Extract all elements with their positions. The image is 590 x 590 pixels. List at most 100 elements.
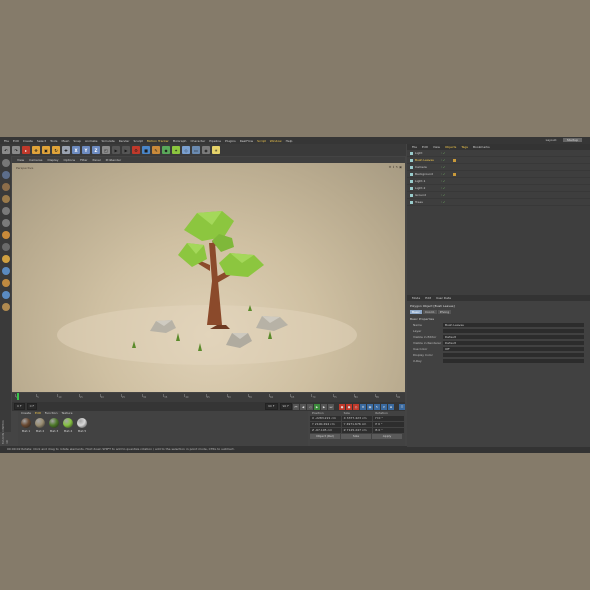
menu-snap[interactable]: Snap bbox=[73, 139, 81, 143]
object-row[interactable]: Trees ⁚ ✓ bbox=[407, 199, 590, 206]
next-key-icon[interactable]: ▶ bbox=[321, 403, 327, 410]
viewport-menu-prorender[interactable]: ProRender bbox=[106, 158, 121, 162]
recent-tools-icon[interactable]: ✚ bbox=[62, 146, 70, 154]
live-selection-icon[interactable]: ▸ bbox=[22, 146, 30, 154]
undo-icon[interactable]: ↶ bbox=[2, 146, 10, 154]
go-to-end-icon[interactable]: ⏭ bbox=[328, 403, 334, 410]
material-menu-function[interactable]: Function bbox=[45, 411, 58, 415]
snap-icon[interactable] bbox=[1, 267, 10, 275]
visibility-check-icon[interactable]: ⁚ ✓ bbox=[441, 179, 451, 183]
menu-sculpt[interactable]: Sculpt bbox=[133, 139, 142, 143]
attribute-value[interactable] bbox=[443, 353, 584, 357]
render-settings-icon[interactable]: ⚙ bbox=[132, 146, 140, 154]
attribute-value[interactable]: Off bbox=[443, 347, 584, 351]
position-z-field[interactable]: Z -67.105 cm bbox=[310, 428, 341, 433]
visibility-check-icon[interactable]: ⁚ ✓ bbox=[441, 158, 451, 162]
redo-icon[interactable]: ↷ bbox=[12, 146, 20, 154]
render-view-icon[interactable]: ▶ bbox=[112, 146, 120, 154]
viewport-menu-panel[interactable]: Panel bbox=[93, 158, 101, 162]
om-menu-bookmarks[interactable]: Bookmarks bbox=[473, 145, 490, 149]
material-menu-texture[interactable]: Texture bbox=[61, 411, 72, 415]
scale-icon[interactable]: ▣ bbox=[42, 146, 50, 154]
texture-mode-icon[interactable] bbox=[1, 183, 10, 191]
om-menu-edit[interactable]: Edit bbox=[422, 145, 428, 149]
am-menu-user-data[interactable]: User Data bbox=[436, 296, 451, 300]
layout-dropdown[interactable]: Startup bbox=[562, 138, 582, 142]
autokey-icon[interactable]: ● bbox=[346, 403, 352, 410]
object-row[interactable]: Light ⁚ ✓ bbox=[407, 150, 590, 157]
material-swatch[interactable]: Mat.1 bbox=[20, 418, 32, 433]
visibility-check-icon[interactable]: ⁚ ✓ bbox=[441, 151, 451, 155]
material-tag-icon[interactable] bbox=[453, 172, 456, 176]
polygons-mode-icon[interactable] bbox=[1, 231, 10, 239]
play-backward-icon[interactable]: ◁ bbox=[307, 403, 313, 410]
parameter-key-icon[interactable]: P bbox=[381, 403, 387, 410]
z-axis-icon[interactable]: Z bbox=[92, 146, 100, 154]
am-menu-edit[interactable]: Edit bbox=[425, 296, 431, 300]
object-row[interactable]: Ground ⁚ ✓ bbox=[407, 192, 590, 199]
menu-motion-tracker[interactable]: Motion Tracker bbox=[147, 139, 169, 143]
planar-icon[interactable] bbox=[1, 291, 10, 299]
workplane-icon[interactable] bbox=[1, 195, 10, 203]
deformer-icon[interactable]: ◇ bbox=[182, 146, 190, 154]
object-row[interactable]: Camera ⁚ ✓ bbox=[407, 164, 590, 171]
material-swatch[interactable]: Mat.3 bbox=[48, 418, 60, 433]
object-row[interactable]: Bush Leaves ⁚ ✓ bbox=[407, 157, 590, 164]
make-editable-icon[interactable] bbox=[1, 159, 10, 167]
y-axis-icon[interactable]: Y bbox=[82, 146, 90, 154]
pen-icon[interactable]: ✎ bbox=[152, 146, 160, 154]
tweak-mode-icon[interactable] bbox=[1, 255, 10, 263]
light-icon[interactable]: ☀ bbox=[212, 146, 220, 154]
menu-animate[interactable]: Animate bbox=[85, 139, 98, 143]
am-menu-mode[interactable]: Mode bbox=[412, 296, 420, 300]
material-menu-edit[interactable]: Edit bbox=[35, 411, 41, 415]
rotation-key-icon[interactable]: ↻ bbox=[374, 403, 380, 410]
current-frame-field[interactable]: 0 F bbox=[26, 403, 38, 410]
object-row[interactable]: Background ⁚ ✓ bbox=[407, 171, 590, 178]
render-picture-viewer-icon[interactable]: ▶ bbox=[122, 146, 130, 154]
viewport-menu-options[interactable]: Options bbox=[64, 158, 76, 162]
size-mode-dropdown[interactable]: Size bbox=[341, 434, 371, 439]
om-menu-objects[interactable]: Objects bbox=[445, 145, 456, 149]
rotation-p-field[interactable]: P 0 ° bbox=[373, 422, 405, 427]
menu-select[interactable]: Select bbox=[37, 139, 46, 143]
menu-mesh[interactable]: Mesh bbox=[61, 139, 69, 143]
menu-character[interactable]: Character bbox=[190, 139, 205, 143]
attribute-value[interactable]: Default bbox=[443, 341, 584, 345]
keyframe-selection-icon[interactable]: ◎ bbox=[353, 403, 359, 410]
x-axis-icon[interactable]: X bbox=[72, 146, 80, 154]
rotate-icon[interactable]: ↻ bbox=[52, 146, 60, 154]
previous-key-icon[interactable]: ◀ bbox=[300, 403, 306, 410]
viewport-menu-view[interactable]: View bbox=[17, 158, 24, 162]
visibility-check-icon[interactable]: ⁚ ✓ bbox=[441, 172, 451, 176]
position-x-field[interactable]: X -2283.221 cm bbox=[310, 416, 341, 421]
model-mode-icon[interactable] bbox=[1, 171, 10, 179]
object-row[interactable]: Light.2 ⁚ ✓ bbox=[407, 185, 590, 192]
menu-render[interactable]: Render bbox=[119, 139, 130, 143]
attribute-value[interactable]: Bush Leaves bbox=[443, 323, 584, 327]
rotation-b-field[interactable]: B 0 ° bbox=[373, 428, 405, 433]
go-to-start-icon[interactable]: ⏮ bbox=[293, 403, 299, 410]
array-icon[interactable]: ✦ bbox=[172, 146, 180, 154]
floor-icon[interactable]: ▭ bbox=[192, 146, 200, 154]
viewport-menu-cameras[interactable]: Cameras bbox=[29, 158, 42, 162]
om-menu-view[interactable]: View bbox=[433, 145, 440, 149]
attribute-value[interactable]: Default bbox=[443, 335, 584, 339]
tab-coord[interactable]: Coord. bbox=[422, 310, 437, 314]
end-frame-field-2[interactable]: 90 F bbox=[279, 403, 292, 410]
menu-tools[interactable]: Tools bbox=[50, 139, 57, 143]
timeline-icon[interactable]: ☰ bbox=[399, 403, 405, 410]
menu-plugins[interactable]: Plugins bbox=[225, 139, 236, 143]
visibility-check-icon[interactable]: ⁚ ✓ bbox=[441, 200, 451, 204]
menu-simulate[interactable]: Simulate bbox=[102, 139, 115, 143]
timeline[interactable]: 051015202530354045505560657075808590 bbox=[12, 393, 405, 402]
menu-realflow[interactable]: RealFlow bbox=[240, 139, 253, 143]
workplane-lock-icon[interactable] bbox=[1, 279, 10, 287]
coordinate-system-icon[interactable]: ◰ bbox=[102, 146, 110, 154]
cube-icon[interactable]: ■ bbox=[142, 146, 150, 154]
scale-key-icon[interactable]: ▣ bbox=[367, 403, 373, 410]
size-z-field[interactable]: Z 7125.247 cm bbox=[341, 428, 373, 433]
menu-mograph[interactable]: MoGraph bbox=[173, 139, 187, 143]
rotation-h-field[interactable]: H 0 ° bbox=[373, 416, 405, 421]
material-swatch[interactable]: Mat.4 bbox=[62, 418, 74, 433]
